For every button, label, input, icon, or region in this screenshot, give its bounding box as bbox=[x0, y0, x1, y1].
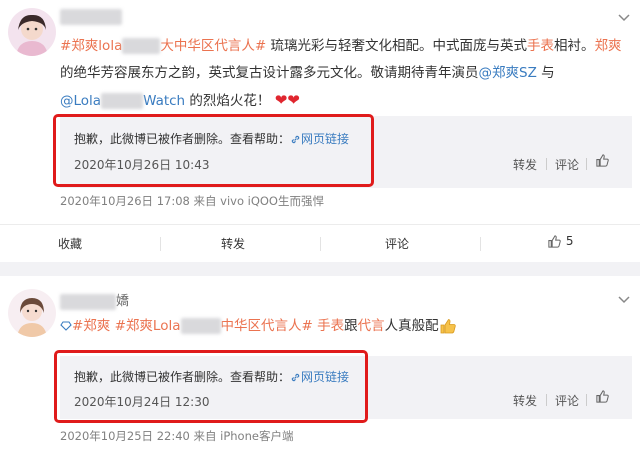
thumbs-up-icon bbox=[548, 235, 561, 248]
weibo-post-1: #郑爽lola 大中华区代言人# 琉璃光彩与轻奢文化相配。中式面庞与英式手表相衬。… bbox=[0, 0, 640, 262]
post-meta: 2020年10月26日 17:08 来自 vivo iQOO生而强悍 bbox=[60, 194, 324, 208]
weibo-post-2: 嬌 #郑爽 #郑爽Lola 中华区代言人# 手表跟代言人真般配 抱歉，此微博已被作… bbox=[0, 276, 640, 461]
post-text: 的绝华芳容展东方之韵，英式复古设计露多元文化。敬请期待青年演员 bbox=[60, 65, 479, 81]
thumbs-up-icon[interactable] bbox=[595, 389, 610, 404]
diamond-icon bbox=[60, 318, 72, 334]
chevron-down-icon[interactable] bbox=[618, 10, 630, 24]
chevron-down-icon[interactable] bbox=[618, 292, 630, 306]
username-blurred[interactable]: 嬌 bbox=[60, 290, 129, 310]
mention-link[interactable]: @Lola Watch bbox=[60, 93, 185, 109]
heart-emoji-icon: ❤ bbox=[274, 91, 288, 109]
quote-forward-button[interactable]: 转发 bbox=[513, 392, 537, 409]
comment-button[interactable]: 评论 bbox=[385, 235, 409, 252]
username-blurred[interactable] bbox=[60, 9, 122, 25]
post-content: #郑爽lola 大中华区代言人# 琉璃光彩与轻奢文化相配。中式面庞与英式手表相衬。… bbox=[60, 33, 630, 115]
quote-comment-button[interactable]: 评论 bbox=[555, 156, 579, 173]
post-text: 人真般配 bbox=[384, 318, 439, 334]
hashtag-link[interactable]: 大中华区代言人# bbox=[160, 38, 266, 54]
keyword-link[interactable]: 手表 bbox=[527, 38, 554, 54]
forward-button[interactable]: 转发 bbox=[221, 235, 245, 252]
action-bar: 收藏 转发 评论 5 bbox=[0, 224, 640, 261]
thumbs-up-emoji-icon bbox=[439, 318, 457, 334]
hashtag-link[interactable]: #郑爽Lola 中华区代言人# bbox=[115, 318, 313, 334]
heart-emoji-icon: ❤ bbox=[287, 91, 300, 109]
like-count: 5 bbox=[565, 234, 574, 248]
post-divider bbox=[0, 262, 640, 276]
highlight-box bbox=[53, 114, 374, 187]
keyword-link[interactable]: 手表 bbox=[317, 318, 344, 334]
highlight-box bbox=[54, 350, 368, 423]
like-button[interactable]: 5 bbox=[547, 234, 573, 249]
user-avatar[interactable] bbox=[8, 8, 56, 56]
post-text: 与 bbox=[541, 65, 555, 81]
hashtag-link[interactable]: #郑爽 bbox=[72, 318, 110, 334]
quote-comment-button[interactable]: 评论 bbox=[555, 392, 579, 409]
post-text: 琉璃光彩与轻奢文化相配。中式面庞与英式 bbox=[270, 38, 527, 54]
collect-button[interactable]: 收藏 bbox=[58, 235, 82, 252]
post-text: 跟 bbox=[344, 318, 358, 334]
thumbs-up-icon[interactable] bbox=[595, 153, 610, 168]
hashtag-link[interactable]: #郑爽lola bbox=[60, 38, 122, 54]
mention-link[interactable]: @郑爽SZ bbox=[479, 65, 537, 81]
keyword-link[interactable]: 郑爽 bbox=[594, 38, 621, 54]
quote-forward-button[interactable]: 转发 bbox=[513, 156, 537, 173]
post-text: 的烈焰火花！ bbox=[189, 93, 271, 109]
post-content: #郑爽 #郑爽Lola 中华区代言人# 手表跟代言人真般配 bbox=[60, 313, 630, 340]
post-meta: 2020年10月25日 22:40 来自 iPhone客户端 bbox=[60, 429, 294, 443]
user-avatar[interactable] bbox=[8, 289, 56, 337]
keyword-link[interactable]: 代言 bbox=[358, 318, 385, 334]
post-text: 相衬。 bbox=[553, 38, 595, 54]
